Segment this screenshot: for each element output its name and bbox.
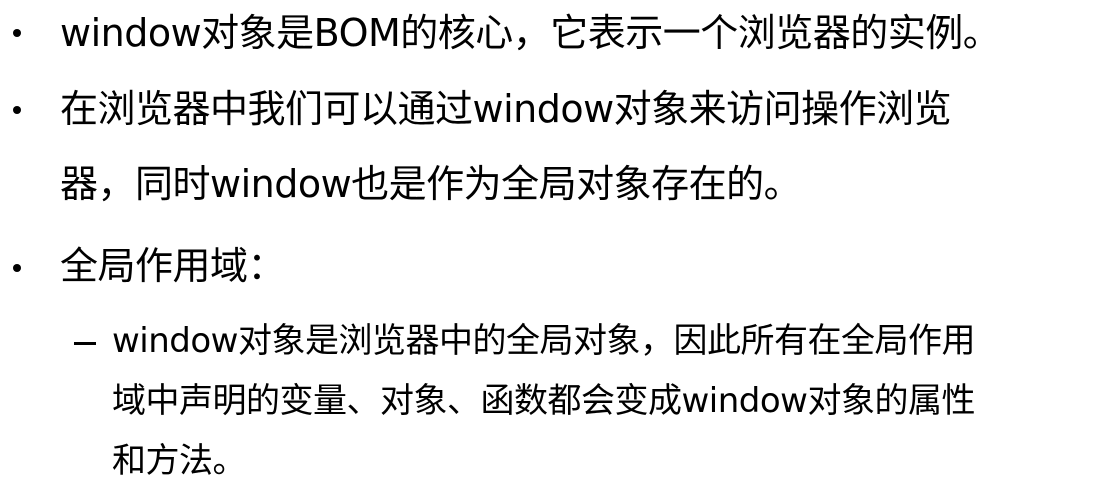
bullet-dot-icon: [13, 29, 21, 37]
sub-bullet-text-line: window对象是浏览器中的全局对象，因此所有在全局作用: [112, 321, 976, 361]
dash-icon: [74, 342, 96, 345]
sub-bullet-text-line: 域中声明的变量、对象、函数都会变成window对象的属性: [112, 381, 976, 421]
bullet-dot-icon: [13, 106, 21, 114]
bullet-dot-icon: [13, 264, 21, 272]
bullet-text-line: 全局作用域：: [60, 244, 286, 288]
bullet-text-line: 器，同时window也是作为全局对象存在的。: [60, 162, 802, 206]
sub-bullet-text-line: 和方法。: [112, 441, 247, 481]
bullet-text-line: 在浏览器中我们可以通过window对象来访问操作浏览: [60, 87, 952, 131]
slide: window对象是BOM的核心，它表示一个浏览器的实例。 在浏览器中我们可以通过…: [0, 0, 1117, 498]
bullet-text-line: window对象是BOM的核心，它表示一个浏览器的实例。: [60, 11, 1001, 55]
